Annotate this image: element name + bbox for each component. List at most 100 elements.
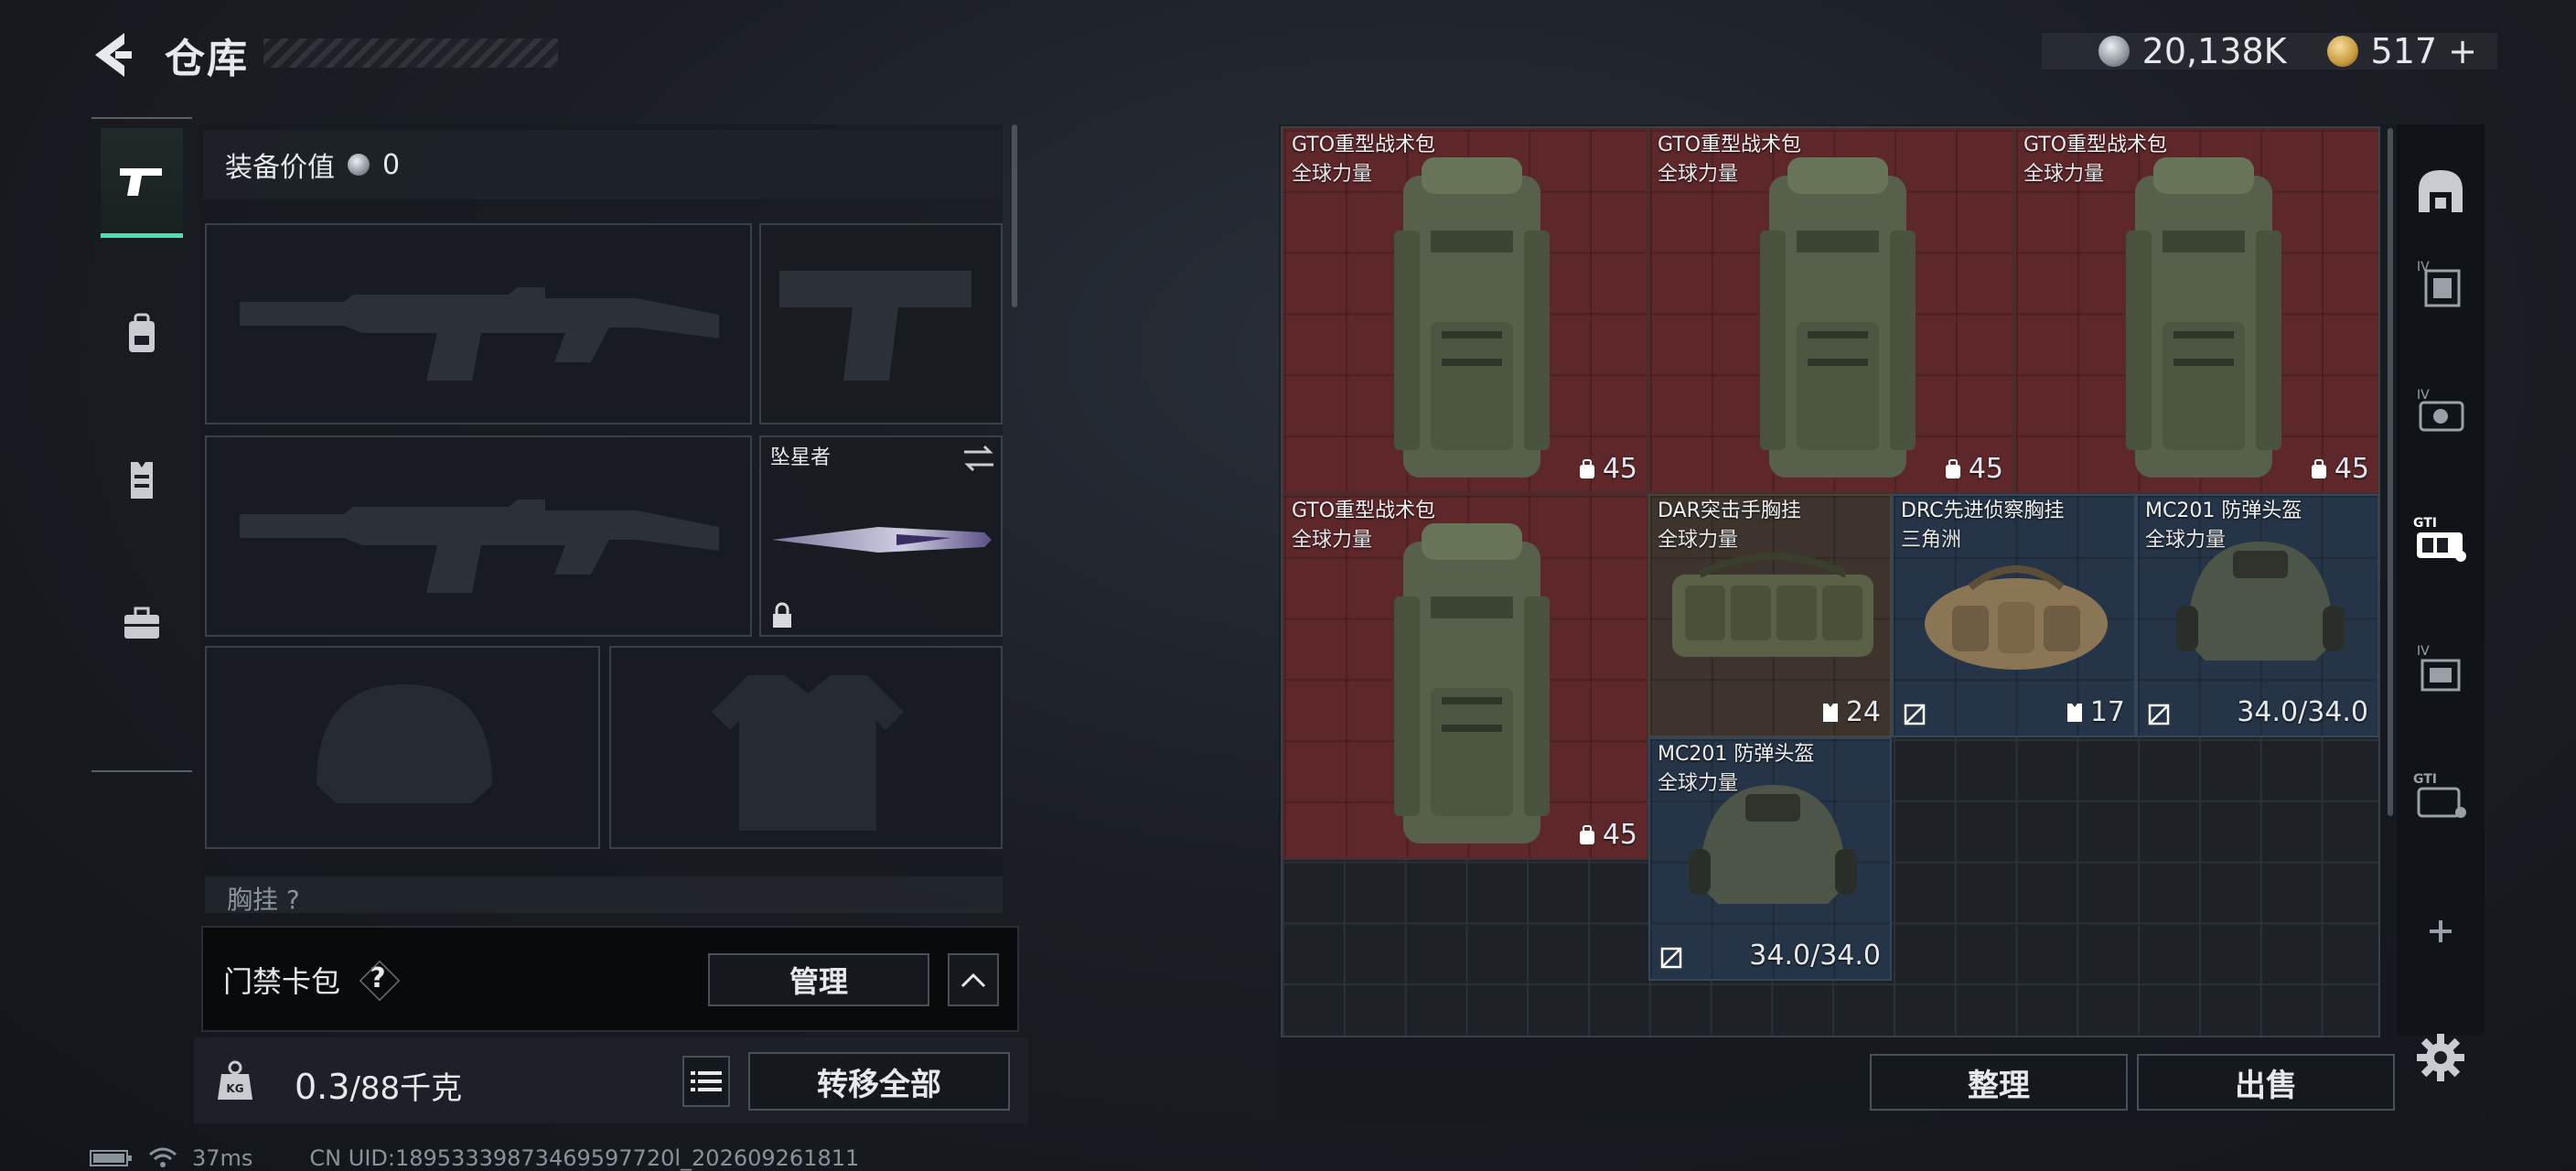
backpack-icon <box>129 313 155 352</box>
silver-coin-icon <box>348 154 370 176</box>
item-name: GTO重型战术包 <box>1292 500 1436 522</box>
capacity-icon <box>1579 458 1594 478</box>
item-name: GTO重型战术包 <box>2023 134 2168 156</box>
armor-slot[interactable] <box>609 646 1003 849</box>
item-capacity: 45 <box>1943 453 2003 485</box>
category-rail <box>91 117 192 772</box>
weight-max: /88千克 <box>349 1070 463 1107</box>
storage-scrollbar[interactable] <box>2388 128 2393 816</box>
primary-weapon-slot-1[interactable] <box>205 223 752 424</box>
keycard-help-button[interactable]: ? <box>357 961 399 997</box>
rifle-silhouette-icon <box>240 287 719 381</box>
manage-button[interactable]: 管理 <box>708 953 929 1006</box>
item-durability: 34.0/34.0 <box>1749 940 1881 972</box>
storage-item[interactable]: MC201 防弹头盔 全球力量 34.0/34.0 <box>2136 494 2378 737</box>
sidearm-slot[interactable] <box>759 223 1003 424</box>
add-container-button[interactable] <box>2404 895 2477 968</box>
item-name: MC201 防弹头盔 <box>2145 500 2302 522</box>
rig-tier-iv-icon: IV <box>2417 388 2464 432</box>
currency-display: 20,138K 517 + <box>2042 31 2497 71</box>
silver-coin-value: 20,138K <box>2141 31 2287 71</box>
not-insured-icon <box>1904 704 1926 725</box>
transfer-all-button[interactable]: 转移全部 <box>748 1052 1010 1111</box>
rail-weapons[interactable] <box>101 128 183 238</box>
item-brand: 全球力量 <box>1658 772 1739 795</box>
wifi-icon <box>149 1147 177 1167</box>
item-brand: 全球力量 <box>1658 163 1739 186</box>
helmet-silhouette-icon <box>317 684 492 803</box>
item-brand: 三角洲 <box>1901 529 1962 552</box>
add-icon <box>2430 920 2452 942</box>
settings-button[interactable] <box>2413 1030 2468 1085</box>
svg-text:GTI: GTI <box>2413 772 2437 787</box>
rail-tools[interactable] <box>101 569 183 679</box>
storage-item[interactable]: GTO重型战术包 全球力量 45 <box>1283 128 1648 494</box>
silver-coin-icon <box>2098 36 2130 67</box>
collapse-button[interactable] <box>948 953 999 1006</box>
rig-tier-tab[interactable]: IV <box>2404 375 2477 448</box>
equipment-scrollbar[interactable] <box>1012 124 1017 307</box>
list-view-button[interactable] <box>682 1056 730 1107</box>
backpack-image <box>1760 157 1916 478</box>
storage-grid[interactable]: GTO重型战术包 全球力量 45 GTO重型战术包 全球力量 45 GTO重型战… <box>1281 126 2380 1037</box>
capacity-value: 45 <box>2334 453 2369 485</box>
melee-slot[interactable]: 坠星者 <box>759 435 1003 637</box>
svg-text:KG: KG <box>226 1082 243 1095</box>
armor-tier-tab[interactable]: IV <box>2404 247 2477 320</box>
backpack-image <box>1394 157 1550 478</box>
storage-item[interactable]: GTO重型战术包 全球力量 45 <box>1648 128 2014 494</box>
gti-rig-tab[interactable]: GTI <box>2404 503 2477 576</box>
melee-name: 坠星者 <box>770 446 832 469</box>
svg-text:IV: IV <box>2417 260 2430 274</box>
storage-item[interactable]: DRC先进侦察胸挂 三角洲 17 <box>1892 494 2136 737</box>
primary-weapon-slot-2[interactable] <box>205 435 752 637</box>
gti-rig-icon: GTI <box>2413 516 2466 562</box>
back-arrow-icon <box>95 33 132 77</box>
chest-rig-image <box>1672 553 1873 657</box>
storage-item[interactable]: MC201 防弹头盔 全球力量 34.0/34.0 <box>1648 737 1892 981</box>
uid-text: CN UID:18953339873469597720l_20260926181… <box>309 1145 860 1171</box>
title-decoration <box>263 38 558 68</box>
svg-text:IV: IV <box>2417 644 2430 659</box>
ping-value: 37ms <box>192 1145 253 1171</box>
rail-vest[interactable] <box>101 425 183 535</box>
backpack-tier-tab[interactable]: IV <box>2404 631 2477 704</box>
rail-backpack[interactable] <box>101 279 183 389</box>
storage-item[interactable]: DAR突击手胸挂 全球力量 24 <box>1648 494 1892 737</box>
gold-coin-value[interactable]: 517 + <box>2371 31 2477 71</box>
chevron-up-icon <box>961 972 986 988</box>
not-insured-icon <box>2148 704 2170 725</box>
gti-backpack-tab[interactable]: GTI <box>2404 759 2477 833</box>
backpack-image <box>2126 157 2281 478</box>
item-durability: 34.0/34.0 <box>2237 696 2368 728</box>
item-capacity: 24 <box>1820 696 1881 728</box>
item-brand: 全球力量 <box>1292 163 1373 186</box>
storage-item[interactable]: GTO重型战术包 全球力量 45 <box>2014 128 2378 494</box>
item-capacity: 45 <box>2309 453 2369 485</box>
weight-current: 0.3 <box>295 1067 350 1107</box>
lock-icon <box>773 602 791 628</box>
chest-rig-row[interactable]: 胸挂 ? <box>205 876 1003 913</box>
status-bar: 37ms CN UID:18953339873469597720l_202609… <box>90 1145 859 1171</box>
not-insured-icon <box>1660 947 1682 969</box>
capacity-value: 45 <box>1602 819 1637 851</box>
tidy-button[interactable]: 整理 <box>1870 1054 2128 1111</box>
capacity-value: 45 <box>1602 453 1637 485</box>
rifle-silhouette-icon <box>240 500 719 593</box>
helmet-slot[interactable] <box>205 646 600 849</box>
helmet-slot-icon <box>2419 170 2463 212</box>
item-brand: 全球力量 <box>1292 529 1373 552</box>
back-button[interactable] <box>88 27 143 82</box>
knife-icon <box>772 527 992 553</box>
item-brand: 全球力量 <box>1658 529 1739 552</box>
sell-button[interactable]: 出售 <box>2137 1054 2395 1111</box>
equipment-value-label: 装备价值 <box>225 152 335 184</box>
vest-capacity-icon <box>1822 703 1838 722</box>
equipment-value-header: 装备价值 0 <box>203 130 1001 199</box>
helmet-slot-tab[interactable] <box>2404 156 2477 229</box>
svg-text:IV: IV <box>2417 388 2430 403</box>
toolbox-icon <box>124 607 159 639</box>
chest-rig-image <box>1925 565 2108 670</box>
swap-icon[interactable] <box>961 443 997 476</box>
storage-item[interactable]: GTO重型战术包 全球力量 45 <box>1283 494 1648 860</box>
